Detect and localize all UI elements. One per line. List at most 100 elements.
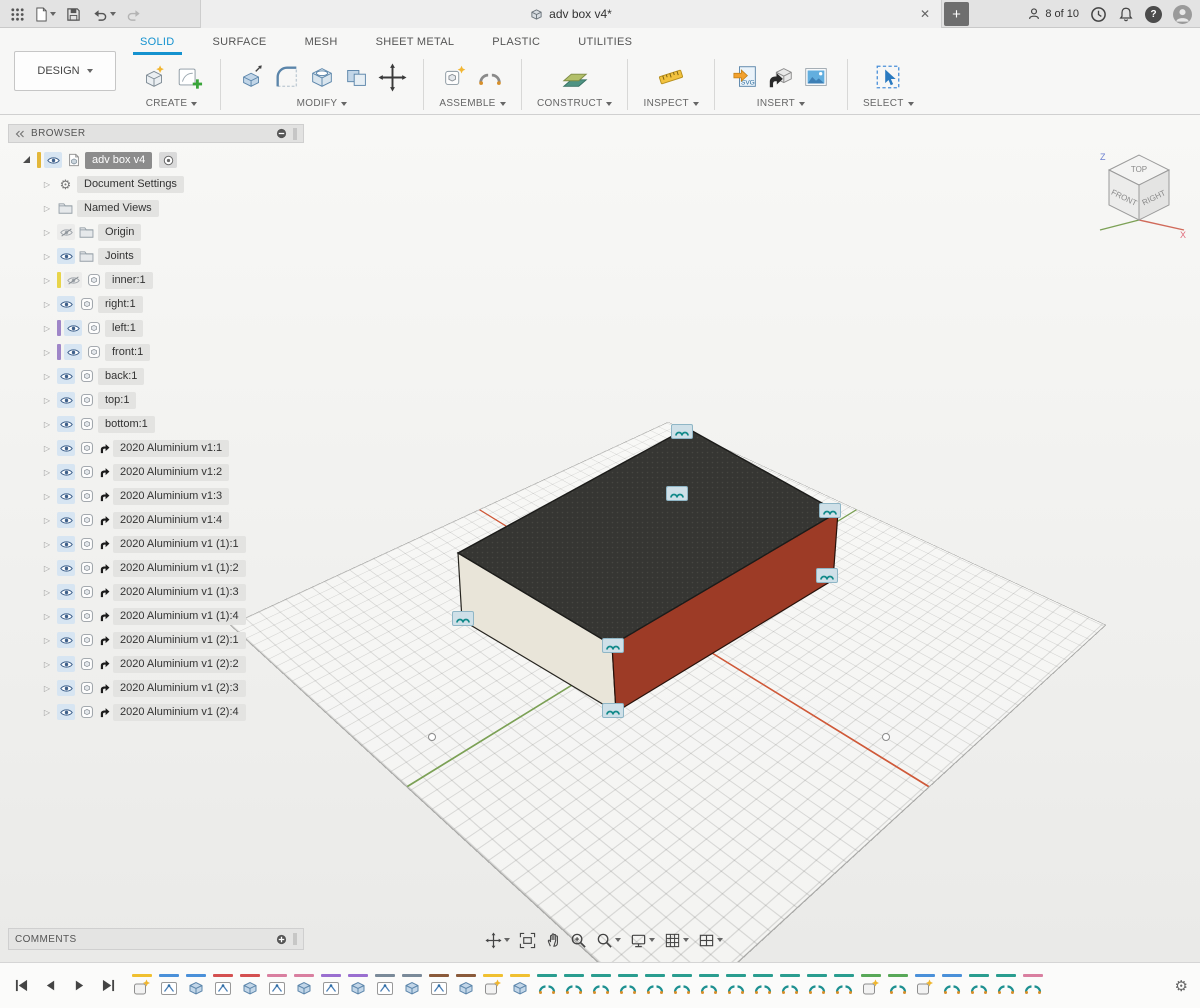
expander-icon[interactable]: ▷	[40, 612, 54, 621]
user-avatar[interactable]	[1173, 5, 1192, 24]
timeline-feature-extrude[interactable]	[239, 974, 261, 998]
joint-marker-icon[interactable]	[452, 611, 474, 626]
browser-item-1[interactable]: ▷⚙Document Settings	[8, 172, 304, 196]
skip-to-start-button[interactable]	[10, 975, 32, 997]
expander-icon[interactable]: ▷	[40, 564, 54, 573]
browser-item-9[interactable]: ▷back:1	[8, 364, 304, 388]
step-back-button[interactable]	[39, 975, 61, 997]
timeline-feature-sketch[interactable]	[266, 974, 288, 998]
timeline-feature-sketch[interactable]	[428, 974, 450, 998]
visibility-eye-icon[interactable]	[57, 632, 75, 648]
ribbon-tab-utilities[interactable]: UTILITIES	[578, 28, 632, 55]
browser-item-23[interactable]: ▷2020 Aluminium v1 (2):4	[8, 700, 304, 724]
visibility-eye-icon[interactable]	[64, 320, 82, 336]
joint-marker-icon[interactable]	[671, 424, 693, 439]
timeline-feature-extrude[interactable]	[401, 974, 423, 998]
browser-item-12[interactable]: ▷2020 Aluminium v1:1	[8, 436, 304, 460]
browser-item-3[interactable]: ▷Origin	[8, 220, 304, 244]
new-tab-button[interactable]: +	[944, 2, 969, 26]
timeline-feature-sketch[interactable]	[158, 974, 180, 998]
expander-icon[interactable]: ▷	[40, 420, 54, 429]
move-copy-icon[interactable]	[376, 60, 408, 94]
visibility-eye-icon[interactable]	[57, 584, 75, 600]
visibility-eye-icon[interactable]	[57, 248, 75, 264]
add-comment-icon[interactable]	[276, 934, 287, 945]
timeline-feature-joint[interactable]	[806, 974, 828, 998]
ribbon-tab-sheet-metal[interactable]: SHEET METAL	[376, 28, 455, 55]
expander-icon[interactable]: ▷	[40, 300, 54, 309]
timeline-feature-joint[interactable]	[644, 974, 666, 998]
construct-menu[interactable]: CONSTRUCT	[537, 98, 612, 109]
browser-header[interactable]: BROWSER	[8, 124, 304, 143]
ribbon-tab-plastic[interactable]: PLASTIC	[492, 28, 540, 55]
visibility-eye-icon[interactable]	[57, 608, 75, 624]
expander-icon[interactable]: ▷	[40, 492, 54, 501]
expander-icon[interactable]: ▷	[40, 180, 54, 189]
construction-plane-icon[interactable]	[559, 60, 591, 94]
expander-icon[interactable]	[23, 156, 30, 163]
timeline-feature-joint[interactable]	[941, 974, 963, 998]
browser-item-10[interactable]: ▷top:1	[8, 388, 304, 412]
expander-icon[interactable]: ▷	[40, 444, 54, 453]
timeline-feature-joint[interactable]	[887, 974, 909, 998]
timeline-feature-extrude[interactable]	[293, 974, 315, 998]
browser-item-21[interactable]: ▷2020 Aluminium v1 (2):2	[8, 652, 304, 676]
combine-icon[interactable]	[341, 60, 373, 94]
expander-icon[interactable]: ▷	[40, 636, 54, 645]
joint-marker-icon[interactable]	[602, 703, 624, 718]
joint-icon[interactable]	[474, 60, 506, 94]
timeline-feature-joint[interactable]	[779, 974, 801, 998]
visibility-eye-icon[interactable]	[57, 296, 75, 312]
joint-marker-icon[interactable]	[666, 486, 688, 501]
play-button[interactable]	[68, 975, 90, 997]
ribbon-tab-solid[interactable]: SOLID	[140, 28, 175, 55]
expander-icon[interactable]: ▷	[40, 540, 54, 549]
timeline-feature-component[interactable]	[914, 974, 936, 998]
ribbon-tab-surface[interactable]: SURFACE	[213, 28, 267, 55]
timeline-feature-joint[interactable]	[617, 974, 639, 998]
create-menu[interactable]: CREATE	[146, 98, 198, 109]
insert-canvas-icon[interactable]	[800, 60, 832, 94]
browser-item-20[interactable]: ▷2020 Aluminium v1 (2):1	[8, 628, 304, 652]
expander-icon[interactable]: ▷	[40, 708, 54, 717]
insert-derive-icon[interactable]	[765, 60, 797, 94]
timeline-feature-extrude[interactable]	[347, 974, 369, 998]
job-status-clock-icon[interactable]	[1090, 6, 1107, 23]
expander-icon[interactable]: ▷	[40, 684, 54, 693]
insert-svg-icon[interactable]: SVG	[730, 60, 762, 94]
panel-grip[interactable]	[293, 128, 297, 140]
visibility-eye-icon[interactable]	[57, 440, 75, 456]
press-pull-icon[interactable]	[236, 60, 268, 94]
display-settings-icon[interactable]	[627, 929, 658, 951]
select-cursor-icon[interactable]	[872, 60, 904, 94]
app-grid-icon[interactable]	[6, 2, 29, 26]
joint-marker-icon[interactable]	[816, 568, 838, 583]
timeline-feature-sketch[interactable]	[320, 974, 342, 998]
skip-to-end-button[interactable]	[97, 975, 119, 997]
timeline-settings-gear-icon[interactable]: ⚙	[1163, 977, 1200, 995]
fit-icon[interactable]	[516, 929, 539, 951]
browser-item-17[interactable]: ▷2020 Aluminium v1 (1):2	[8, 556, 304, 580]
timeline-feature-joint[interactable]	[1022, 974, 1044, 998]
file-menu-icon[interactable]	[31, 2, 60, 26]
viewports-icon[interactable]	[695, 929, 726, 951]
browser-item-11[interactable]: ▷bottom:1	[8, 412, 304, 436]
visibility-eye-icon[interactable]	[57, 464, 75, 480]
visibility-eye-icon[interactable]	[57, 392, 75, 408]
notifications-bell-icon[interactable]	[1118, 6, 1134, 23]
ribbon-tab-mesh[interactable]: MESH	[305, 28, 338, 55]
undo-icon[interactable]	[87, 2, 120, 26]
expander-icon[interactable]: ▷	[40, 396, 54, 405]
document-counter[interactable]: 8 of 10	[1027, 7, 1079, 21]
visibility-eye-icon[interactable]	[57, 656, 75, 672]
browser-item-22[interactable]: ▷2020 Aluminium v1 (2):3	[8, 676, 304, 700]
browser-item-5[interactable]: ▷inner:1	[8, 268, 304, 292]
modify-menu[interactable]: MODIFY	[297, 98, 348, 109]
visibility-eye-icon[interactable]	[57, 416, 75, 432]
visibility-eye-off-icon[interactable]	[57, 224, 75, 240]
visibility-eye-icon[interactable]	[57, 512, 75, 528]
visibility-eye-icon[interactable]	[64, 344, 82, 360]
pan-hand-icon[interactable]	[542, 929, 564, 951]
browser-item-19[interactable]: ▷2020 Aluminium v1 (1):4	[8, 604, 304, 628]
zoom-icon[interactable]	[593, 929, 624, 951]
